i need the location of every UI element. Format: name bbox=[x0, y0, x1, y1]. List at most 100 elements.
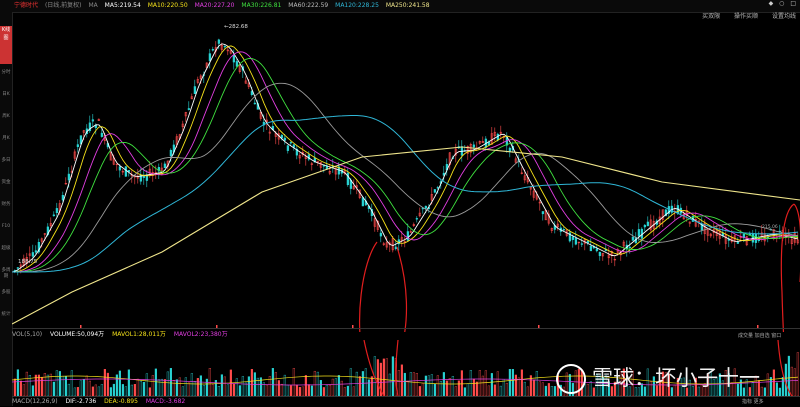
volume-bar bbox=[40, 376, 43, 396]
candle-body bbox=[211, 49, 215, 51]
volume-bar bbox=[310, 385, 313, 396]
volume-bar bbox=[151, 375, 154, 396]
vol-btn-3[interactable]: 窗口 bbox=[771, 333, 781, 339]
volume-bar bbox=[166, 371, 169, 396]
candle-body bbox=[433, 189, 437, 193]
volume-bar bbox=[211, 384, 214, 396]
diamond-icon[interactable]: ◆ bbox=[769, 0, 774, 7]
volume-bar bbox=[187, 382, 190, 396]
candle-body bbox=[424, 205, 428, 209]
candle-body bbox=[55, 208, 59, 213]
sidebar-item-9[interactable]: 多周期 bbox=[0, 268, 12, 280]
volume-bar bbox=[352, 386, 355, 396]
volume-bar bbox=[391, 356, 394, 396]
candle-body bbox=[163, 163, 167, 169]
candle-body bbox=[586, 240, 590, 243]
candle-body bbox=[187, 108, 191, 110]
candle-body bbox=[34, 250, 38, 253]
volume-bar bbox=[793, 368, 796, 396]
candle-body bbox=[67, 173, 71, 181]
volume-bar bbox=[331, 378, 334, 396]
volume-bar bbox=[424, 375, 427, 396]
candle-body bbox=[589, 245, 593, 252]
candle-body bbox=[52, 214, 56, 217]
volume-bar bbox=[133, 384, 136, 396]
candle-body bbox=[580, 243, 584, 245]
volume-bar bbox=[364, 368, 367, 396]
volume-bar bbox=[430, 374, 433, 396]
candle-body bbox=[217, 39, 221, 44]
candles bbox=[13, 38, 800, 276]
sidebar-item-6[interactable]: 财务 bbox=[0, 202, 12, 208]
volume-bar bbox=[250, 369, 253, 396]
sidebar-active-kline[interactable]: K线图 bbox=[0, 26, 12, 64]
candlestick-chart[interactable]: ←282.68 188.75 215.06 bbox=[12, 22, 800, 332]
sidebar-item-8[interactable]: 超级 bbox=[0, 246, 12, 252]
stock-name[interactable]: 宁德时代 bbox=[14, 2, 38, 9]
volume-bar bbox=[325, 384, 328, 396]
volume-bar bbox=[514, 374, 517, 396]
volume-bar bbox=[13, 378, 16, 396]
sidebar-item-7[interactable]: F10 bbox=[0, 224, 12, 230]
volume-bar bbox=[460, 370, 463, 396]
square-icon[interactable]: □ bbox=[790, 0, 796, 7]
volume-bar bbox=[94, 384, 97, 396]
candle-body bbox=[280, 134, 284, 139]
chart-header: 宁德时代 (日线,前复权) MA MA5:219.54 MA10:220.50 … bbox=[0, 0, 800, 13]
macd-btn-2[interactable]: 更多 bbox=[754, 399, 764, 405]
volume-bar bbox=[469, 370, 472, 396]
volume-bar bbox=[376, 359, 379, 396]
volume-bar bbox=[517, 377, 520, 396]
candle-body bbox=[595, 248, 599, 252]
volume-bar bbox=[370, 376, 373, 396]
volume-bar bbox=[415, 373, 418, 396]
toolbar-item-3[interactable]: 设置均线 bbox=[772, 13, 796, 20]
volume-bar bbox=[367, 379, 370, 396]
volume-bar bbox=[154, 368, 157, 396]
volume-bar bbox=[175, 379, 178, 396]
macd-indicator-label[interactable]: MACD(12,26,9) bbox=[12, 398, 58, 405]
sidebar-item-10[interactable]: 多股 bbox=[0, 290, 12, 296]
sidebar-item-2[interactable]: 周K bbox=[0, 114, 12, 120]
volume-bar bbox=[31, 385, 34, 396]
volume-bar bbox=[502, 379, 505, 396]
sidebar-item-0[interactable]: 分时 bbox=[0, 70, 12, 76]
vol-btn-1[interactable]: 成交量 bbox=[738, 333, 753, 339]
circle-icon[interactable]: ○ bbox=[779, 0, 784, 7]
candle-body bbox=[571, 236, 575, 240]
xueqiu-watermark: 雪球：坏小子十一 bbox=[556, 362, 760, 394]
candle-body bbox=[541, 211, 545, 215]
ma20-value: MA20:227.20 bbox=[194, 2, 235, 9]
adjust-mode[interactable]: (日线,前复权) bbox=[45, 2, 82, 9]
volume-bar bbox=[172, 380, 175, 396]
volume-bar bbox=[769, 377, 772, 396]
vol-indicator-label[interactable]: VOL(5,10) bbox=[12, 331, 42, 338]
macd-value: MACD:-3.682 bbox=[145, 398, 186, 405]
volume-bar bbox=[499, 385, 502, 396]
volume-bar bbox=[520, 369, 523, 396]
low-price-label: 188.75 bbox=[18, 259, 38, 265]
sidebar-item-1[interactable]: 日K bbox=[0, 92, 12, 98]
sidebar-item-3[interactable]: 月K bbox=[0, 136, 12, 142]
volume-bar bbox=[76, 387, 79, 396]
dif-value: DIF:-2.736 bbox=[65, 398, 97, 405]
window-controls: ◆ ○ □ bbox=[765, 0, 796, 7]
volume-bar bbox=[538, 381, 541, 396]
sidebar-item-4[interactable]: 多日 bbox=[0, 158, 12, 164]
vol-btn-2[interactable]: 加自选 bbox=[755, 333, 770, 339]
sidebar-item-5[interactable]: 资金 bbox=[0, 180, 12, 186]
sidebar-item-11[interactable]: 统计 bbox=[0, 312, 12, 318]
ma30-value: MA30:226.81 bbox=[241, 2, 282, 9]
volume-bar bbox=[427, 375, 430, 396]
volume-bar bbox=[328, 384, 331, 396]
toolbar-item-2[interactable]: 操作买顺 bbox=[734, 13, 758, 20]
volume-bar bbox=[145, 373, 148, 396]
macd-btn-1[interactable]: 指标 bbox=[742, 399, 752, 405]
volume-bar bbox=[79, 380, 82, 396]
volume-bar bbox=[403, 372, 406, 396]
toolbar-item-1[interactable]: 买双限 bbox=[702, 13, 720, 20]
volume-bar bbox=[544, 385, 547, 396]
volume-bar bbox=[199, 375, 202, 396]
volume-bar bbox=[58, 371, 61, 396]
macd-buttons: 指标 更多 bbox=[742, 398, 764, 405]
